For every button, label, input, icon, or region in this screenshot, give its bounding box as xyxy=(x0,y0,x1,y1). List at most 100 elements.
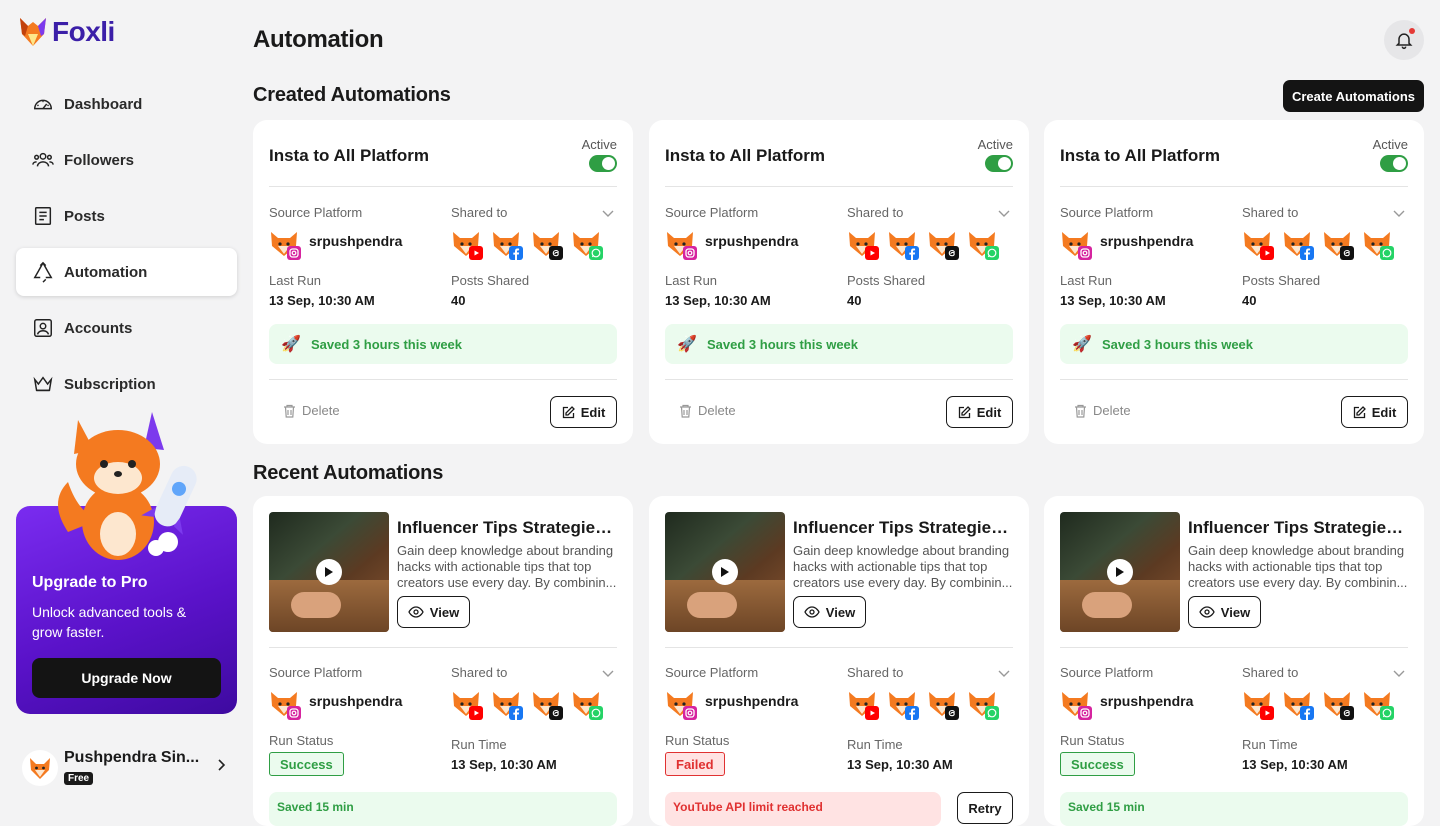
source-username: srpushpendra xyxy=(1100,693,1194,709)
sidebar-item-accounts[interactable]: Accounts xyxy=(16,304,237,352)
youtube-account-icon xyxy=(451,228,483,260)
chevron-down-icon[interactable] xyxy=(1392,668,1406,678)
edit-icon xyxy=(1353,405,1366,418)
edit-button[interactable]: Edit xyxy=(1341,396,1408,428)
sidebar-item-automation[interactable]: Automation xyxy=(16,248,237,296)
last-run-value: 13 Sep, 10:30 AM xyxy=(1060,293,1166,308)
saved-text: Saved 3 hours this week xyxy=(311,336,463,352)
whatsapp-account-icon xyxy=(967,688,999,720)
play-icon[interactable] xyxy=(316,559,342,585)
chevron-down-icon[interactable] xyxy=(601,208,615,218)
plan-badge: Free xyxy=(64,772,94,785)
delete-button[interactable]: Delete xyxy=(679,403,736,418)
active-toggle[interactable] xyxy=(985,155,1013,172)
created-automations-title: Created Automations xyxy=(253,84,451,106)
eye-icon xyxy=(804,606,820,618)
play-icon[interactable] xyxy=(1107,559,1133,585)
play-icon[interactable] xyxy=(712,559,738,585)
source-username: srpushpendra xyxy=(705,233,799,249)
run-time-value: 13 Sep, 10:30 AM xyxy=(847,757,953,772)
retry-button[interactable]: Retry xyxy=(957,792,1013,824)
facebook-account-icon xyxy=(491,228,523,260)
run-time-value: 13 Sep, 10:30 AM xyxy=(1242,757,1348,772)
divider xyxy=(1060,186,1408,187)
posts-shared-label: Posts Shared xyxy=(451,273,530,288)
view-button[interactable]: View xyxy=(793,596,866,628)
post-description: Gain deep knowledge about branding hacks… xyxy=(793,543,1013,590)
post-title: Influencer Tips Strategies,... xyxy=(397,518,619,537)
automation-card: Insta to All Platform Active Source Platfo… xyxy=(1044,120,1424,444)
chevron-down-icon[interactable] xyxy=(601,668,615,678)
facebook-account-icon xyxy=(887,228,919,260)
sidebar-item-label: Followers xyxy=(64,151,135,169)
source-platform-label: Source Platform xyxy=(665,665,759,680)
fox-logo-icon xyxy=(20,18,46,46)
rocket-icon: 🚀 xyxy=(281,336,301,353)
run-time-label: Run Time xyxy=(1242,737,1298,752)
fox-mascot-icon xyxy=(58,412,197,560)
page-title: Automation xyxy=(253,26,384,53)
active-label: Active xyxy=(977,137,1013,152)
whatsapp-account-icon xyxy=(1362,688,1394,720)
upgrade-now-button[interactable]: Upgrade Now xyxy=(32,658,221,698)
view-button[interactable]: View xyxy=(1188,596,1261,628)
saved-time-banner: Saved 15 min xyxy=(1060,792,1408,826)
instagram-account-icon xyxy=(269,228,301,260)
logo[interactable]: Foxli xyxy=(18,16,115,48)
recycle-icon xyxy=(33,261,53,283)
youtube-account-icon xyxy=(1242,228,1274,260)
user-profile[interactable]: Pushpendra Sin... Free xyxy=(16,740,237,796)
threads-account-icon xyxy=(927,688,959,720)
avatar xyxy=(22,750,58,786)
sidebar-item-dashboard[interactable]: Dashboard xyxy=(16,80,237,128)
video-thumbnail[interactable] xyxy=(1060,512,1180,632)
edit-icon xyxy=(958,405,971,418)
video-thumbnail[interactable] xyxy=(269,512,389,632)
shared-to-label: Shared to xyxy=(451,205,508,220)
chevron-down-icon[interactable] xyxy=(997,668,1011,678)
chevron-down-icon[interactable] xyxy=(997,208,1011,218)
shared-to-label: Shared to xyxy=(1242,665,1299,680)
sidebar-item-followers[interactable]: Followers xyxy=(16,136,237,184)
run-time-label: Run Time xyxy=(847,737,903,752)
delete-button[interactable]: Delete xyxy=(1074,403,1131,418)
edit-label: Edit xyxy=(976,404,1002,420)
create-automations-button[interactable]: Create Automations xyxy=(1283,80,1424,112)
eye-icon xyxy=(408,606,424,618)
post-description: Gain deep knowledge about branding hacks… xyxy=(1188,543,1408,590)
saved-text: Saved 3 hours this week xyxy=(1102,336,1254,352)
crown-icon xyxy=(33,376,53,392)
source-username: srpushpendra xyxy=(705,693,799,709)
sidebar-item-label: Accounts xyxy=(64,319,133,337)
video-thumbnail[interactable] xyxy=(665,512,785,632)
source-platform-label: Source Platform xyxy=(1060,205,1154,220)
sidebar-item-subscription[interactable]: Subscription xyxy=(16,360,237,408)
view-button[interactable]: View xyxy=(397,596,470,628)
trash-icon xyxy=(284,404,295,418)
threads-account-icon xyxy=(1322,228,1354,260)
shared-to-label: Shared to xyxy=(847,665,904,680)
delete-button[interactable]: Delete xyxy=(283,403,340,418)
threads-account-icon xyxy=(531,688,563,720)
active-toggle[interactable] xyxy=(589,155,617,172)
run-time-label: Run Time xyxy=(451,737,507,752)
edit-button[interactable]: Edit xyxy=(550,396,617,428)
sidebar-item-posts[interactable]: Posts xyxy=(16,192,237,240)
chevron-down-icon[interactable] xyxy=(1392,208,1406,218)
divider xyxy=(269,186,617,187)
view-label: View xyxy=(429,604,460,620)
recent-automation-card: Influencer Tips Strategies,... Gain deep … xyxy=(649,496,1029,826)
automation-title: Insta to All Platform xyxy=(1060,146,1220,165)
source-platform-label: Source Platform xyxy=(1060,665,1154,680)
whatsapp-account-icon xyxy=(967,228,999,260)
posts-shared-value: 40 xyxy=(1242,293,1257,308)
instagram-account-icon xyxy=(665,688,697,720)
divider xyxy=(1060,647,1408,648)
trash-icon xyxy=(680,404,691,418)
sidebar-item-label: Dashboard xyxy=(64,95,143,113)
facebook-account-icon xyxy=(887,688,919,720)
saved-text: Saved 3 hours this week xyxy=(707,336,859,352)
edit-button[interactable]: Edit xyxy=(946,396,1013,428)
notifications-button[interactable] xyxy=(1384,20,1424,60)
active-toggle[interactable] xyxy=(1380,155,1408,172)
